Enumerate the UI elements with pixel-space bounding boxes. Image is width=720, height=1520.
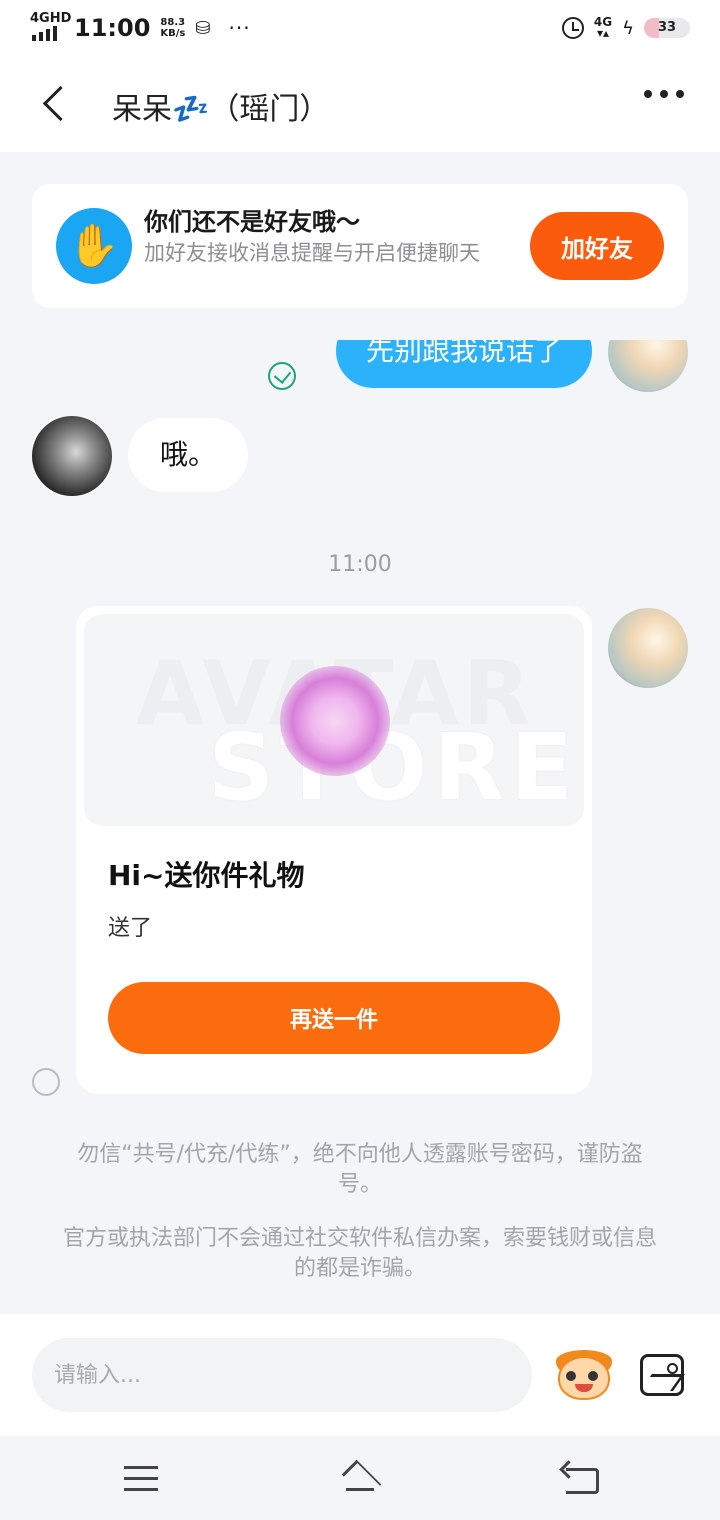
my-avatar[interactable]: [608, 340, 688, 392]
network-type-label: 4GHD: [30, 11, 72, 26]
watermark-text: STORE: [208, 714, 579, 821]
contact-avatar[interactable]: [32, 416, 112, 496]
friend-request-banner: ✋ 你们还不是好友哦～ 加好友接收消息提醒与开启便捷聊天 加好友: [32, 184, 688, 308]
image-picker-icon[interactable]: [640, 1354, 684, 1396]
status-bar: 4GHD 11:00 88.3 KB/s ⛁ ··· 4G ▾▴ ϟ 33: [0, 0, 720, 56]
gift-subtitle: 送了: [108, 916, 153, 941]
monkey-emoji-icon[interactable]: [554, 1350, 614, 1402]
battery-icon: 33: [644, 18, 690, 38]
safety-notice: 勿信“共号/代充/代练”，绝不向他人透露账号密码，谨防盗号。: [77, 1142, 643, 1197]
cellular-signal-icon: 4GHD: [30, 11, 71, 43]
friend-banner-description: 加好友接收消息提醒与开启便捷聊天: [144, 241, 480, 265]
outgoing-message-bubble[interactable]: 先别跟我说话了: [335, 340, 592, 388]
battery-level: 33: [657, 20, 677, 35]
read-check-icon: [268, 362, 296, 390]
network-speed-value: 88.3: [160, 17, 186, 28]
chat-title: 呆呆💤（瑶门）: [112, 92, 330, 127]
mobile-data-label: 4G: [593, 15, 613, 29]
mobile-data-icon: 4G ▾▴: [593, 15, 613, 40]
more-options-icon[interactable]: [644, 90, 684, 98]
message-timestamp: 11:00: [328, 552, 392, 577]
status-time: 11:00: [74, 14, 151, 42]
my-avatar[interactable]: [608, 608, 688, 688]
message-input[interactable]: [32, 1338, 532, 1412]
network-speed: 88.3 KB/s: [160, 17, 185, 39]
back-icon[interactable]: [560, 1462, 599, 1494]
charging-icon: ϟ: [622, 17, 634, 39]
home-icon[interactable]: [336, 1458, 384, 1496]
send-another-gift-button[interactable]: 再送一件: [108, 982, 560, 1054]
add-friend-button[interactable]: 加好友: [530, 212, 664, 280]
network-speed-unit: KB/s: [160, 28, 186, 39]
data-saver-icon: ⛁: [195, 17, 211, 39]
gift-orb-icon: [280, 666, 390, 776]
message-select-radio[interactable]: [32, 1068, 60, 1096]
menu-icon[interactable]: [124, 1466, 158, 1492]
gift-title: Hi~送你件礼物: [108, 859, 305, 892]
message-row-outgoing: 先别跟我说话了: [0, 340, 720, 400]
back-arrow-icon[interactable]: [38, 86, 74, 122]
more-notifications-icon: ···: [228, 16, 251, 40]
wave-hand-icon: ✋: [56, 208, 132, 284]
chat-header: 呆呆💤（瑶门）: [0, 56, 720, 152]
system-navigation-bar: [0, 1436, 720, 1520]
alarm-icon: [561, 17, 584, 39]
incoming-message-bubble[interactable]: 哦。: [128, 418, 248, 492]
message-input-bar: [0, 1314, 720, 1436]
gift-message-card[interactable]: AVATAR STORE Hi~送你件礼物 送了 再送一件: [76, 606, 592, 1094]
friend-banner-heading: 你们还不是好友哦～: [144, 208, 360, 236]
gift-image: AVATAR STORE: [84, 614, 584, 826]
safety-notice: 官方或执法部门不会通过社交软件私信办案，索要钱财或信息的都是诈骗。: [62, 1226, 657, 1281]
